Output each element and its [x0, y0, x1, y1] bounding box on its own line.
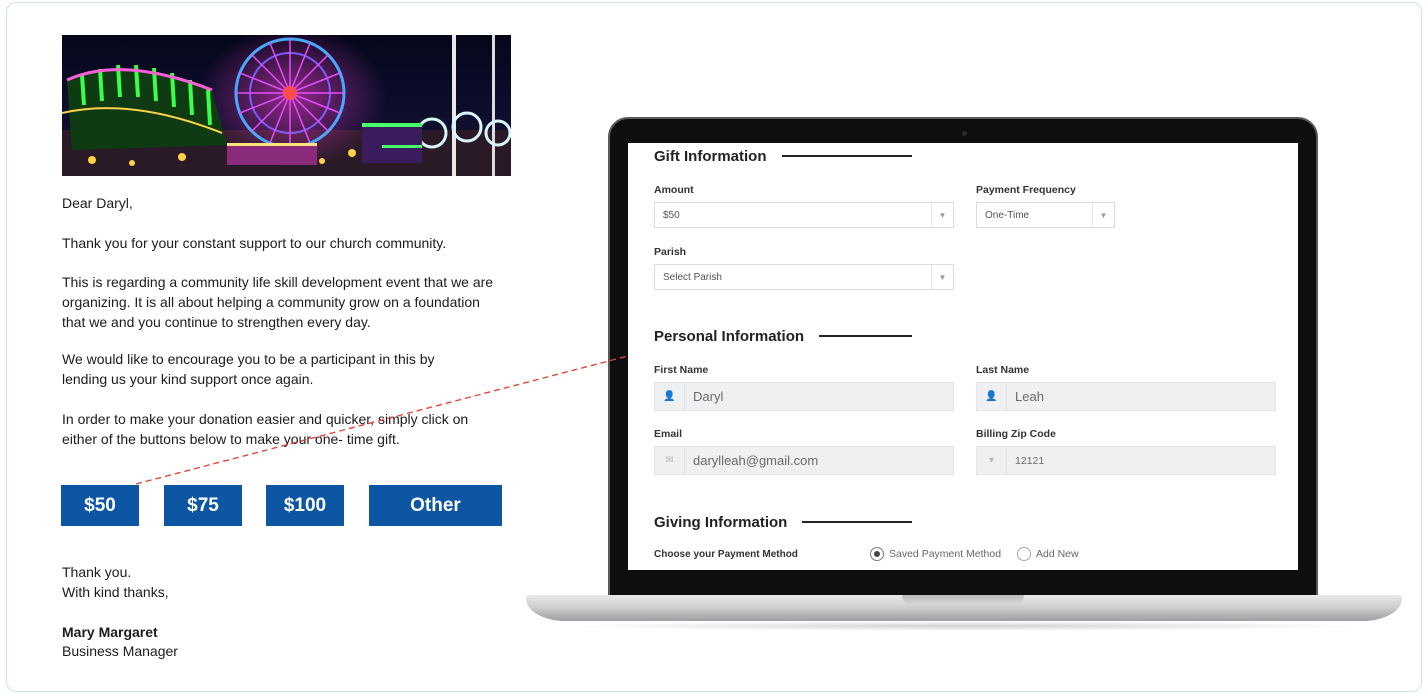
- zip-code-value: 12121: [1015, 454, 1045, 467]
- saved-payment-method-option[interactable]: Saved Payment Method: [870, 547, 1001, 561]
- parish-label: Parish: [654, 246, 687, 258]
- donate-75-button[interactable]: $75: [164, 485, 242, 526]
- chevron-down-icon: ▼: [931, 265, 953, 289]
- laptop-notch: [902, 595, 1024, 605]
- amount-select[interactable]: $50 ▼: [654, 202, 954, 228]
- zip-code-label: Billing Zip Code: [976, 428, 1056, 440]
- saved-payment-method-label: Saved Payment Method: [889, 548, 1002, 560]
- donation-form-screen: Gift Information Amount $50 ▼ Payment Fr…: [628, 143, 1298, 570]
- zip-code-field[interactable]: ▾ 12121: [976, 446, 1276, 475]
- letter-paragraph-3: We would like to encourage you to be a p…: [62, 351, 435, 387]
- payment-method-label: Choose your Payment Method: [654, 549, 798, 560]
- chevron-down-icon: ▼: [931, 203, 953, 227]
- email-field[interactable]: ✉ darylleah@gmail.com: [654, 446, 954, 475]
- signer-title: Business Manager: [62, 643, 178, 659]
- letter-paragraph-2: This is regarding a community life skill…: [62, 274, 494, 330]
- heading-rule: [802, 521, 912, 523]
- signer-name: Mary Margaret: [62, 624, 158, 640]
- first-name-field[interactable]: 👤 Daryl: [654, 382, 954, 411]
- greeting: Dear Daryl,: [62, 195, 133, 211]
- location-pin-icon: ▾: [977, 447, 1007, 474]
- add-new-label: Add New: [1036, 548, 1079, 560]
- donate-50-button[interactable]: $50: [61, 485, 139, 526]
- giving-information-heading: Giving Information: [654, 514, 788, 531]
- carnival-hero-image: [62, 35, 511, 176]
- donate-other-button[interactable]: Other: [369, 485, 502, 526]
- letter-paragraph-1: Thank you for your constant support to o…: [62, 235, 447, 251]
- chevron-down-icon: ▼: [1092, 203, 1114, 227]
- add-new-payment-option[interactable]: Add New: [1017, 547, 1079, 561]
- camera-dot: [962, 131, 967, 136]
- gift-information-heading: Gift Information: [654, 148, 767, 165]
- first-name-value: Daryl: [693, 389, 724, 404]
- email-value: darylleah@gmail.com: [693, 453, 819, 468]
- email-label: Email: [654, 428, 683, 440]
- radio-selected-icon[interactable]: [870, 547, 884, 561]
- letter-paragraph-4: In order to make your donation easier an…: [62, 411, 469, 447]
- last-name-value: Leah: [1015, 389, 1044, 404]
- closing-line-1: Thank you.: [62, 564, 132, 580]
- user-icon: 👤: [655, 383, 685, 410]
- last-name-field[interactable]: 👤 Leah: [976, 382, 1276, 411]
- first-name-label: First Name: [654, 364, 709, 376]
- carnival-illustration: [62, 35, 511, 176]
- donate-100-button[interactable]: $100: [266, 485, 344, 526]
- heading-rule: [819, 335, 912, 337]
- payment-frequency-select[interactable]: One-Time ▼: [976, 202, 1115, 228]
- last-name-label: Last Name: [976, 364, 1030, 376]
- parish-value: Select Parish: [663, 271, 722, 283]
- parish-select[interactable]: Select Parish ▼: [654, 264, 954, 290]
- radio-unselected-icon[interactable]: [1017, 547, 1031, 561]
- closing-line-2: With kind thanks,: [62, 584, 169, 600]
- amount-value: $50: [663, 209, 680, 221]
- amount-label: Amount: [654, 184, 694, 196]
- user-icon: 👤: [977, 383, 1007, 410]
- envelope-icon: ✉: [655, 447, 685, 474]
- laptop-shadow: [560, 621, 1370, 631]
- heading-rule: [782, 155, 912, 157]
- payment-frequency-label: Payment Frequency: [976, 184, 1076, 196]
- personal-information-heading: Personal Information: [654, 328, 805, 345]
- payment-frequency-value: One-Time: [985, 209, 1030, 221]
